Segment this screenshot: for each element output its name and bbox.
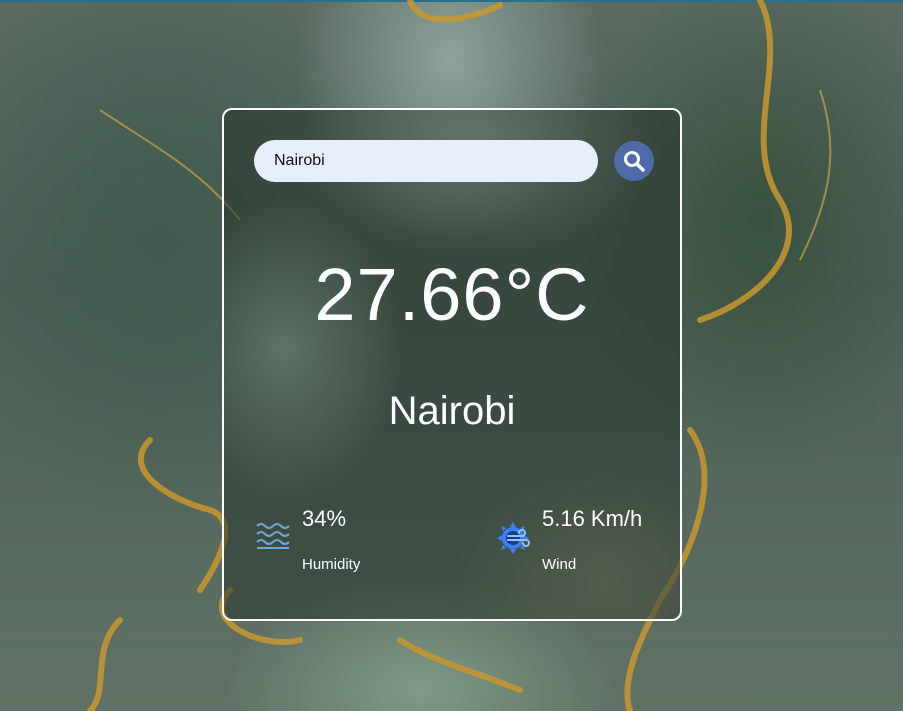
temperature-display: 27.66°C (314, 253, 590, 336)
humidity-value: 34% (302, 506, 347, 531)
wind-label: Wind (542, 556, 577, 573)
search-button[interactable] (614, 141, 654, 181)
weather-card: 27.66°C Nairobi 34% Humidity (222, 108, 682, 621)
card-glass-overlay (224, 110, 680, 619)
waves-icon (256, 523, 290, 549)
search-icon (624, 151, 645, 172)
humidity-label: Humidity (302, 556, 361, 573)
wind-value: 5.16 Km/h (542, 506, 643, 531)
city-search-input[interactable] (254, 140, 598, 182)
city-name: Nairobi (388, 389, 516, 433)
wind-sun-icon (497, 522, 530, 554)
